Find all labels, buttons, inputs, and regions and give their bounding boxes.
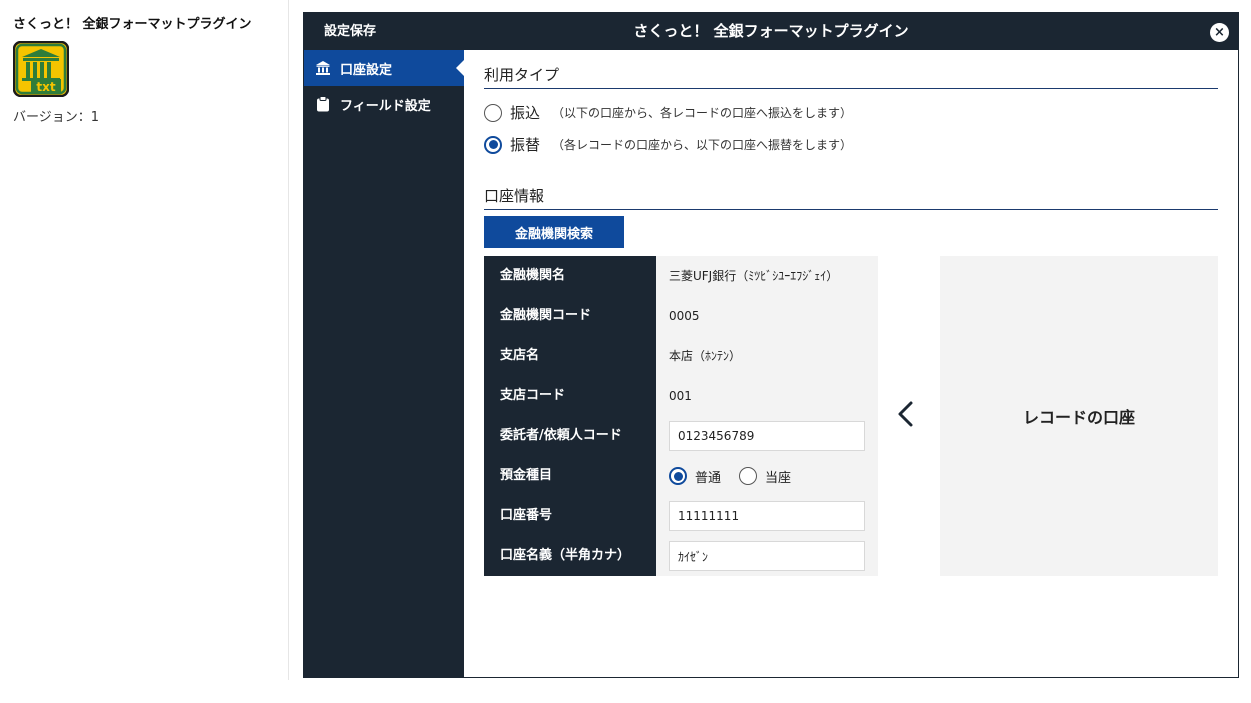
- account-number-label: 口座番号: [484, 496, 656, 536]
- usage-option-debit[interactable]: 振替 （各レコードの口座から、以下の口座へ振替をします）: [484, 134, 852, 155]
- account-name-label: 口座名義（半角カナ）: [484, 536, 656, 576]
- branch-name-value: 本店（ﾎﾝﾃﾝ）: [669, 349, 742, 363]
- usage-option-label: 振込: [510, 104, 541, 122]
- branch-name-label: 支店名: [484, 336, 656, 376]
- sidebar-item-field-settings[interactable]: フィールド設定: [304, 86, 464, 122]
- bank-search-button[interactable]: 金融機関検索: [484, 216, 624, 248]
- save-settings-button[interactable]: 設定保存: [324, 13, 376, 50]
- branch-code-label: 支店コード: [484, 376, 656, 416]
- settings-sidebar: 口座設定 フィールド設定: [304, 50, 464, 677]
- table-row: 支店コード 001: [484, 376, 878, 416]
- bank-txt-icon: txt: [12, 40, 70, 98]
- account-name-input[interactable]: [669, 541, 865, 571]
- bank-code-value: 0005: [669, 309, 700, 323]
- sidebar-item-label: フィールド設定: [340, 98, 431, 114]
- plugin-title: さくっと！ 全銀フォーマットプラグイン: [13, 17, 252, 32]
- deposit-type-options: 普通 当座: [669, 456, 809, 496]
- table-row: 委託者/依頼人コード: [484, 416, 878, 456]
- usage-option-label: 振替: [510, 136, 541, 154]
- plugin-version: バージョン：1: [13, 110, 100, 125]
- usage-radio-transfer[interactable]: [484, 103, 502, 122]
- usage-type-heading: 利用タイプ: [484, 64, 1218, 89]
- dialog-header: さくっと！ 全銀フォーマットプラグイン 設定保存 ×: [304, 13, 1238, 50]
- table-row: 金融機関名 三菱UFJ銀行（ﾐﾂﾋﾞｼﾕｰｴﾌｼﾞｪｲ）: [484, 256, 878, 296]
- consignor-code-input[interactable]: [669, 421, 865, 451]
- settings-content: 利用タイプ 振込 （以下の口座から、各レコードの口座へ振込をします） 振替 （各…: [484, 50, 1218, 677]
- sidebar-item-label: 口座設定: [340, 62, 393, 78]
- deposit-type-radio-ordinary[interactable]: [669, 467, 687, 485]
- table-row: 支店名 本店（ﾎﾝﾃﾝ）: [484, 336, 878, 376]
- bank-name-value: 三菱UFJ銀行（ﾐﾂﾋﾞｼﾕｰｴﾌｼﾞｪｲ）: [669, 269, 839, 283]
- account-info-heading: 口座情報: [484, 185, 1218, 210]
- usage-option-desc: （各レコードの口座から、以下の口座へ振替をします）: [552, 138, 853, 152]
- settings-dialog: さくっと！ 全銀フォーマットプラグイン 設定保存 × 口座設定 フィールド設定 …: [303, 12, 1239, 678]
- usage-radio-debit[interactable]: [484, 135, 502, 154]
- table-row: 口座名義（半角カナ）: [484, 536, 878, 576]
- sidebar-item-account-settings[interactable]: 口座設定: [304, 50, 464, 86]
- chevron-left-icon[interactable]: [892, 394, 920, 434]
- record-account-label: レコードの口座: [1022, 408, 1135, 427]
- deposit-type-label: 預金種目: [484, 456, 656, 496]
- branch-code-value: 001: [669, 389, 692, 403]
- bank-account-table: 金融機関名 三菱UFJ銀行（ﾐﾂﾋﾞｼﾕｰｴﾌｼﾞｪｲ） 金融機関コード 000…: [484, 256, 878, 576]
- close-icon[interactable]: ×: [1210, 23, 1229, 42]
- svg-text:txt: txt: [36, 80, 55, 94]
- usage-option-desc: （以下の口座から、各レコードの口座へ振込をします）: [552, 106, 853, 120]
- table-row: 口座番号: [484, 496, 878, 536]
- plugin-info-panel: さくっと！ 全銀フォーマットプラグイン txt バージョン：1: [0, 0, 289, 680]
- table-row: 金融機関コード 0005: [484, 296, 878, 336]
- table-row: 預金種目 普通 当座: [484, 456, 878, 496]
- deposit-type-radio-current[interactable]: [739, 467, 758, 485]
- consignor-code-label: 委託者/依頼人コード: [484, 416, 656, 456]
- bank-icon: [314, 59, 332, 77]
- bank-name-label: 金融機関名: [484, 256, 656, 296]
- account-number-input[interactable]: [669, 501, 865, 531]
- record-account-box: レコードの口座: [940, 256, 1218, 576]
- dialog-title: さくっと！ 全銀フォーマットプラグイン: [633, 22, 909, 40]
- deposit-type-option-label: 普通: [695, 470, 722, 486]
- bank-code-label: 金融機関コード: [484, 296, 656, 336]
- usage-option-transfer[interactable]: 振込 （以下の口座から、各レコードの口座へ振込をします）: [484, 102, 852, 123]
- deposit-type-option-label: 当座: [765, 470, 792, 486]
- clipboard-icon: [314, 95, 332, 113]
